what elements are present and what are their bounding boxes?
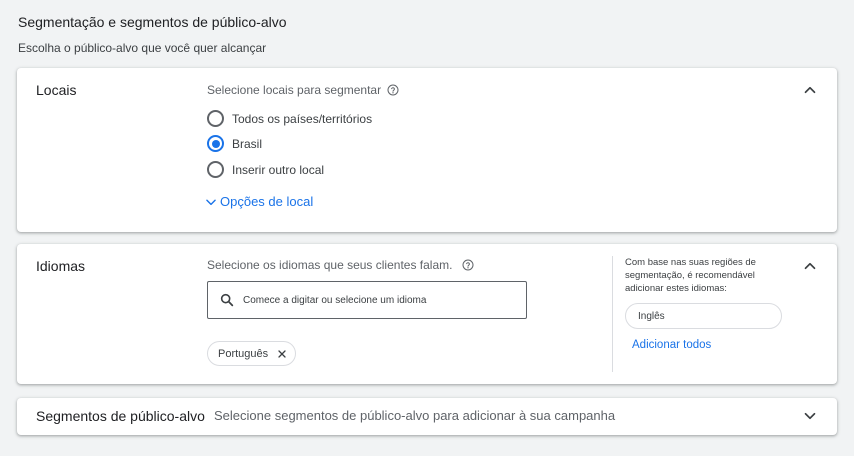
language-chip-label: Português bbox=[218, 347, 269, 360]
languages-prompt-label: Selecione os idiomas que seus clientes f… bbox=[207, 258, 453, 272]
languages-card: Idiomas Selecione os idiomas que seus cl… bbox=[17, 244, 837, 384]
language-recommendation-text: Com base nas suas regiões de segmentação… bbox=[625, 257, 756, 294]
page-subtitle: Escolha o público-alvo que você quer alc… bbox=[18, 41, 267, 55]
radio-other-location-label: Inserir outro local bbox=[232, 162, 325, 177]
search-icon bbox=[219, 292, 235, 308]
chevron-down-icon bbox=[204, 195, 218, 209]
location-options-label: Opções de local bbox=[220, 194, 314, 209]
collapse-locations-chevron-up-icon[interactable] bbox=[801, 81, 819, 99]
audience-segments-title: Segmentos de público-alvo bbox=[36, 408, 205, 424]
locations-prompt-label: Selecione locais para segmentar bbox=[207, 83, 382, 97]
radio-all-countries[interactable]: Todos os países/territórios bbox=[207, 110, 372, 127]
add-all-languages-link[interactable]: Adicionar todos bbox=[632, 339, 711, 351]
help-icon[interactable] bbox=[387, 84, 399, 96]
audience-segments-card[interactable]: Segmentos de público-alvo Selecione segm… bbox=[17, 398, 837, 435]
help-icon[interactable] bbox=[462, 259, 474, 271]
languages-prompt: Selecione os idiomas que seus clientes f… bbox=[207, 258, 474, 272]
divider bbox=[612, 256, 613, 372]
radio-brasil-control[interactable] bbox=[207, 135, 224, 152]
radio-all-countries-label: Todos os países/territórios bbox=[232, 111, 373, 126]
close-icon[interactable] bbox=[276, 348, 288, 360]
language-chip-portugues: Português bbox=[207, 341, 297, 366]
radio-brasil-label: Brasil bbox=[232, 136, 263, 151]
locations-title: Locais bbox=[36, 82, 77, 98]
languages-title: Idiomas bbox=[36, 258, 86, 274]
radio-all-countries-control[interactable] bbox=[207, 110, 224, 127]
language-search-input[interactable] bbox=[243, 294, 503, 306]
collapse-languages-chevron-up-icon[interactable] bbox=[801, 257, 819, 275]
page-title: Segmentação e segmentos de público-alvo bbox=[18, 14, 287, 30]
radio-brasil[interactable]: Brasil bbox=[207, 135, 262, 152]
location-options-link[interactable]: Opções de local bbox=[204, 194, 313, 209]
radio-other-location-control[interactable] bbox=[207, 161, 224, 178]
audience-segments-placeholder: Selecione segmentos de público-alvo para… bbox=[214, 408, 616, 423]
recommended-language-ingles[interactable]: Inglês bbox=[625, 303, 782, 329]
locations-prompt: Selecione locais para segmentar bbox=[207, 83, 399, 97]
language-search-field[interactable] bbox=[207, 281, 527, 319]
expand-audience-chevron-down-icon[interactable] bbox=[801, 407, 819, 425]
locations-card: Locais Selecione locais para segmentar T… bbox=[17, 68, 837, 232]
radio-other-location[interactable]: Inserir outro local bbox=[207, 161, 324, 178]
